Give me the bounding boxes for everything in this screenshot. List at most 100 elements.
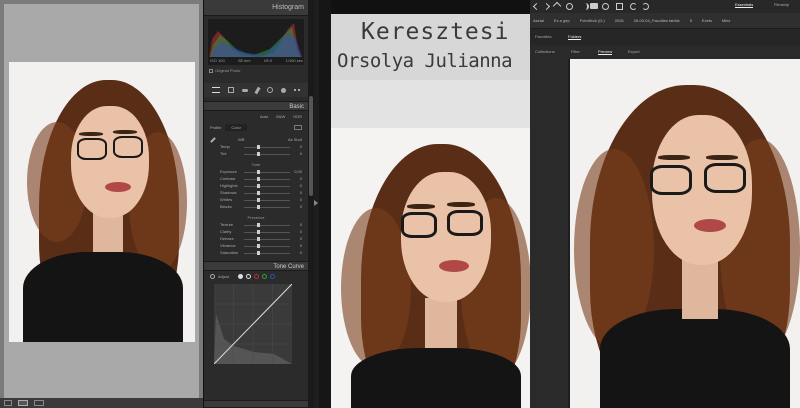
slider-knob[interactable] (257, 230, 260, 234)
tone-curve-graph[interactable] (213, 283, 293, 365)
slider-knob[interactable] (257, 244, 260, 248)
slider-track[interactable] (244, 193, 290, 194)
breadcrumb-item[interactable]: 5 (690, 18, 692, 23)
slider-value[interactable]: 0 (300, 243, 302, 248)
slider-track[interactable] (244, 253, 290, 254)
back-icon[interactable] (532, 2, 541, 11)
breadcrumb-item[interactable]: Ez a gép (554, 18, 570, 23)
slider-highlights[interactable]: Highlights 0 (210, 183, 302, 190)
breadcrumb-item[interactable]: Mbiz (722, 18, 730, 23)
tab-folders[interactable]: Folders (568, 34, 582, 40)
tone-curve-section-header[interactable]: Tone Curve (204, 261, 308, 271)
slider-knob[interactable] (257, 152, 260, 156)
slider-track[interactable] (244, 239, 290, 240)
slider-blacks[interactable]: Blacks 0 (210, 204, 302, 211)
tab-preview[interactable]: Preview (598, 49, 613, 55)
heal-icon[interactable] (242, 88, 248, 92)
slider-knob[interactable] (257, 223, 260, 227)
loupe-view-icon[interactable] (18, 400, 28, 406)
slider-value[interactable]: 0,00 (294, 169, 302, 174)
slider-value[interactable]: 0 (300, 183, 302, 188)
wb-dropdown[interactable]: As Shot (288, 137, 302, 142)
slider-value[interactable]: 0 (300, 197, 302, 202)
boomerang-icon[interactable] (566, 3, 573, 10)
slider-track[interactable] (244, 147, 290, 148)
curve-point-icon[interactable] (246, 274, 252, 279)
slider-track[interactable] (244, 172, 290, 173)
curve-green-channel-icon[interactable] (262, 274, 268, 279)
slider-value[interactable]: 0 (300, 236, 302, 241)
profile-browser-icon[interactable] (294, 125, 302, 130)
slider-vibrance[interactable]: Vibrance 0 (210, 243, 302, 250)
slider-track[interactable] (244, 179, 290, 180)
slider-value[interactable]: 0 (300, 176, 302, 181)
tab-collections[interactable]: Collections (535, 49, 555, 54)
mask-icon[interactable] (267, 87, 273, 93)
breadcrumb-item[interactable]: Evets (702, 18, 712, 23)
breadcrumb-item[interactable]: 2026 (615, 18, 624, 23)
slider-value[interactable]: 0 (300, 151, 302, 156)
slider-saturation[interactable]: Saturation 0 (210, 250, 302, 257)
more-options-icon[interactable] (294, 89, 300, 91)
brush-icon[interactable] (254, 86, 261, 94)
rotate-right-icon[interactable] (642, 3, 649, 10)
slider-shadows[interactable]: Shadows 0 (210, 190, 302, 197)
moon-icon[interactable] (582, 3, 589, 10)
slider-track[interactable] (244, 207, 290, 208)
treatment-hdr[interactable]: HDR (293, 114, 302, 119)
slider-track[interactable] (244, 186, 290, 187)
breadcrumb-item[interactable]: Asztal (533, 18, 544, 23)
slider-exposure[interactable]: Exposure 0,00 (210, 169, 302, 176)
portrait-photo-middle[interactable] (331, 128, 530, 408)
histogram-header[interactable]: Histogram (204, 0, 308, 16)
slider-knob[interactable] (257, 237, 260, 241)
slider-whites[interactable]: Whites 0 (210, 197, 302, 204)
treatment-bw[interactable]: B&W (276, 114, 285, 119)
crop-icon[interactable] (228, 87, 234, 93)
slider-knob[interactable] (257, 198, 260, 202)
workspace-filmstrip[interactable]: Filmstrip (774, 2, 789, 7)
slider-value[interactable]: 0 (300, 204, 302, 209)
slider-value[interactable]: 0 (300, 229, 302, 234)
rotate-left-icon[interactable] (630, 3, 637, 10)
slider-track[interactable] (244, 246, 290, 247)
slider-knob[interactable] (257, 177, 260, 181)
slider-temp[interactable]: Temp 0 (210, 144, 302, 151)
camera-icon[interactable] (590, 3, 598, 9)
redeye-icon[interactable] (281, 87, 286, 93)
treatment-auto[interactable]: Auto (260, 114, 268, 119)
slider-dehaze[interactable]: Dehaze 0 (210, 236, 302, 243)
slider-knob[interactable] (257, 205, 260, 209)
up-arrow-icon[interactable] (552, 1, 562, 11)
basic-section-header[interactable]: Basic (204, 101, 308, 111)
slider-track[interactable] (244, 154, 290, 155)
profile-dropdown[interactable]: Color (225, 124, 247, 131)
tab-filter[interactable]: Filter (571, 49, 580, 54)
target-adjust-icon[interactable] (210, 274, 215, 279)
original-photo-checkbox[interactable] (209, 68, 213, 73)
slider-knob[interactable] (257, 145, 260, 149)
eyedropper-icon[interactable] (210, 136, 216, 143)
forward-icon[interactable] (542, 2, 551, 11)
slider-tint[interactable]: Tint 0 (210, 151, 302, 158)
slider-contrast[interactable]: Contrast 0 (210, 176, 302, 183)
breadcrumb-item[interactable]: FotoWork (D:) (580, 18, 605, 23)
slider-track[interactable] (244, 225, 290, 226)
refine-icon[interactable] (602, 3, 609, 10)
edit-sliders-icon[interactable] (212, 87, 220, 93)
portrait-photo-left[interactable] (9, 62, 195, 342)
slider-knob[interactable] (257, 191, 260, 195)
breadcrumb-item[interactable]: 26-03-04_Faculties tablók (634, 18, 680, 23)
curve-blue-channel-icon[interactable] (270, 274, 276, 279)
slider-value[interactable]: 0 (300, 190, 302, 195)
open-in-camera-raw-icon[interactable] (616, 3, 623, 10)
slider-value[interactable]: 0 (300, 250, 302, 255)
workspace-essentials[interactable]: Essentials (735, 2, 754, 8)
slider-track[interactable] (244, 232, 290, 233)
slider-value[interactable]: 0 (300, 144, 302, 149)
tab-export[interactable]: Export (628, 49, 640, 54)
slider-texture[interactable]: Texture 0 (210, 222, 302, 229)
curve-parametric-icon[interactable] (238, 274, 244, 279)
slider-clarity[interactable]: Clarity 0 (210, 229, 302, 236)
slider-knob[interactable] (257, 184, 260, 188)
